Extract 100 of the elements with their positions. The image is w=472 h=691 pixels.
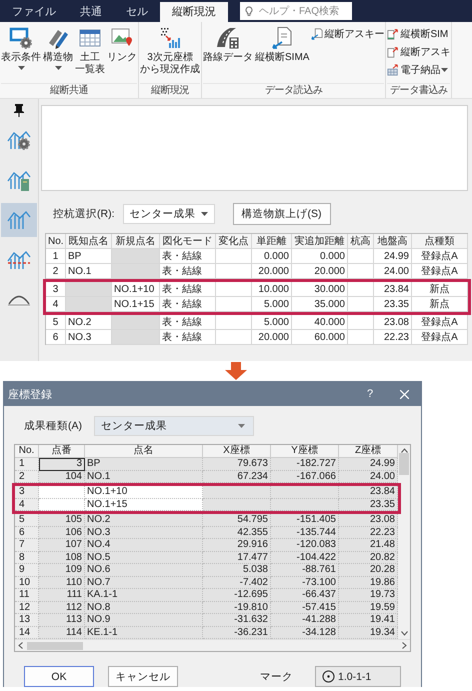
table-cell: 表・結線 — [160, 249, 216, 264]
column-header: 点種類 — [412, 234, 468, 249]
table-cell: 登録点A — [412, 249, 468, 264]
table-cell — [271, 498, 339, 511]
ribbon-button[interactable]: 縦断アスキ — [387, 44, 450, 60]
table-cell: 24.00 — [374, 264, 412, 279]
table-cell: 5 — [46, 315, 66, 330]
ribbon-button[interactable]: 3次元座標 から現況作成 — [140, 25, 200, 77]
table-cell: -12.695 — [203, 589, 271, 602]
table-cell: 112 — [39, 602, 85, 614]
table-cell: 0.000 — [252, 249, 292, 264]
table-cell: 23.35 — [339, 498, 398, 511]
group-label: データ書込み — [387, 83, 450, 98]
table-cell — [271, 486, 339, 498]
dialog-button[interactable]: キャンセル — [108, 666, 178, 687]
table-cell: -36.231 — [203, 626, 271, 639]
table-cell: -19.810 — [203, 602, 271, 614]
table-cell: -167.066 — [271, 470, 339, 483]
column-header: 実追加距離 — [292, 234, 348, 249]
dialog-button[interactable]: OK — [24, 666, 94, 687]
table-cell: -88.761 — [271, 564, 339, 576]
table-cell: 21.48 — [339, 539, 398, 552]
table-cell: 79.673 — [203, 458, 271, 470]
table-cell: 104 — [39, 470, 85, 483]
table-cell: 6 — [15, 526, 39, 539]
table-cell — [348, 264, 374, 279]
table-cell: 19.59 — [339, 602, 398, 614]
chevron-up-icon[interactable] — [400, 448, 408, 453]
table-cell: -104.422 — [271, 552, 339, 564]
down-arrow-icon — [225, 362, 247, 380]
group-label: 縦断現況 — [140, 83, 200, 98]
table-cell: 23.08 — [339, 514, 398, 526]
table-cell: NO.6 — [85, 564, 203, 576]
pin-icon — [13, 103, 25, 117]
profile-book-icon — [7, 169, 31, 191]
table-cell: 19.73 — [339, 589, 398, 602]
column-header: 点番 — [39, 445, 85, 458]
table-cell — [348, 315, 374, 330]
table-cell: -120.083 — [271, 539, 339, 552]
column-header: 点名 — [85, 445, 203, 458]
ribbon-button[interactable]: リンク — [107, 25, 137, 65]
search-field[interactable]: ヘルプ・FAQ検索 — [240, 2, 352, 20]
scrollbar-thumb[interactable] — [27, 642, 83, 650]
table-cell: 11 — [15, 589, 39, 602]
table-cell: 5.038 — [203, 564, 271, 576]
ribbon-tab[interactable]: セル — [114, 2, 160, 22]
table-cell: -182.727 — [271, 458, 339, 470]
table-cell: 19.41 — [339, 614, 398, 626]
table-cell: 105 — [39, 514, 85, 526]
table-cell: 12 — [15, 602, 39, 614]
help-button[interactable]: ? — [353, 382, 387, 406]
table-cell: NO.2 — [85, 514, 203, 526]
dropdown[interactable]: センター成果 — [122, 204, 214, 224]
table-cell: 60.000 — [292, 330, 348, 345]
table-cell — [203, 486, 271, 498]
table-cell: 表・結線 — [160, 282, 216, 297]
document-arrow-icon — [387, 28, 400, 40]
chevron-down-icon[interactable] — [400, 631, 408, 636]
vertical-scrollbar[interactable] — [398, 445, 410, 639]
ribbon-button[interactable]: 構造物 — [43, 25, 73, 71]
column-header: 図化モード — [160, 234, 216, 249]
ribbon-button[interactable]: 表示条件 — [1, 25, 41, 71]
table-cell: 2 — [15, 470, 39, 483]
table-cell: -73.100 — [271, 576, 339, 589]
table-cell — [112, 264, 160, 279]
horizontal-scrollbar[interactable] — [15, 639, 410, 651]
ribbon-button[interactable]: 土工 一覧表 — [75, 25, 105, 77]
table-cell: 4 — [15, 498, 39, 511]
chevron-left-icon[interactable] — [18, 642, 23, 649]
ribbon-button[interactable]: 路線データ — [203, 25, 253, 65]
table-cell: 30.000 — [292, 282, 348, 297]
table-cell: 表・結線 — [160, 264, 216, 279]
ribbon-tab[interactable]: ファイル — [0, 2, 68, 22]
table-cell: 106 — [39, 526, 85, 539]
table-cell: -41.288 — [271, 614, 339, 626]
column-header: 変化点 — [216, 234, 252, 249]
table-cell: 10 — [15, 576, 39, 589]
close-icon — [400, 390, 408, 398]
document-arrow-icon — [387, 46, 400, 58]
table-cell: 表・結線 — [160, 315, 216, 330]
ribbon-tab[interactable]: 共通 — [68, 2, 114, 22]
profile-icon — [7, 209, 31, 231]
table-cell: 19.86 — [339, 576, 398, 589]
ribbon-button[interactable]: 縦横断SIM — [387, 26, 450, 42]
dropdown[interactable]: センター成果 — [94, 416, 254, 436]
flag-button[interactable]: 構造物旗上げ(S) — [232, 203, 330, 225]
table-cell: 7 — [15, 539, 39, 552]
ribbon-tab[interactable]: 縦断現況 — [160, 2, 228, 22]
table-cell: 107 — [39, 539, 85, 552]
ribbon-button[interactable]: 縦断アスキー — [311, 26, 384, 42]
ribbon-button[interactable]: 縦横断SIMA — [255, 25, 310, 65]
mark-button[interactable]: 1.0-1-1 — [315, 666, 401, 687]
table-cell: 1 — [46, 249, 66, 264]
chevron-right-icon[interactable] — [402, 642, 407, 649]
table-cell: 登録点A — [412, 264, 468, 279]
table-cell: 23.35 — [374, 297, 412, 312]
table-cell: 8 — [15, 552, 39, 564]
ribbon-button[interactable]: 電子納品 — [387, 62, 450, 78]
scrollbar-thumb[interactable] — [399, 453, 409, 475]
column-header: Y座標 — [271, 445, 339, 458]
